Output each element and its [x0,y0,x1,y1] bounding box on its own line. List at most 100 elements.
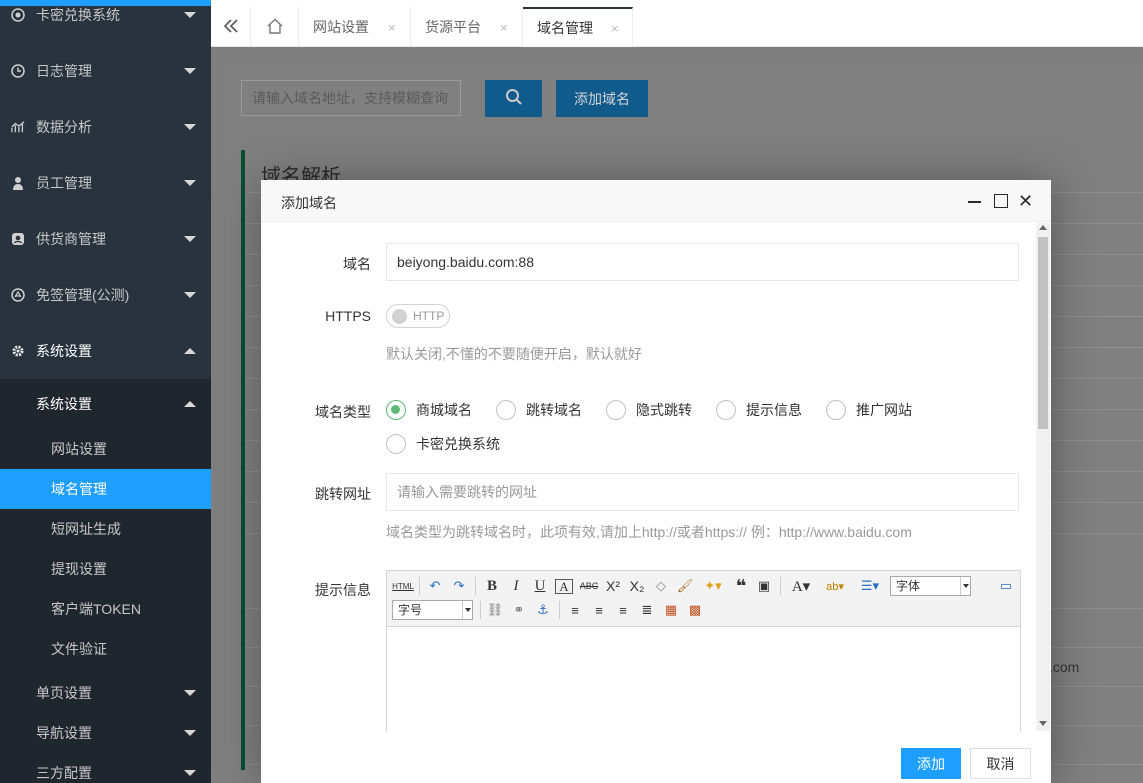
chevron-down-icon [184,68,196,74]
domain-type-label: 域名类型 [315,404,371,420]
domain-input[interactable]: beiyong.baidu.com:88 [386,243,1019,281]
tab-site-settings[interactable]: 网站设置 × [299,7,411,47]
font-color-icon[interactable]: A▾ [787,576,815,596]
sidebar-item-label: 网站设置 [51,441,107,457]
sidebar-item-label: 卡密兑换系统 [36,7,120,23]
sidebar-item-label: 日志管理 [36,63,92,79]
sidebar-item-staff[interactable]: 员工管理 [0,155,211,211]
radio-hidden-redirect[interactable]: 隐式跳转 [606,399,692,421]
bold-icon[interactable]: B [483,576,501,596]
add-domain-button[interactable]: 添加域名 [556,80,648,117]
close-icon[interactable]: × [611,21,619,36]
paste-text-icon[interactable]: ▣ [755,576,773,596]
sidebar-item-file-verify[interactable]: 文件验证 [0,629,211,669]
home-icon [266,18,284,37]
scroll-down-arrow-icon[interactable] [1039,721,1047,726]
sidebar-item-domain-management[interactable]: 域名管理 [0,469,211,509]
magic-wand-icon[interactable]: ✦▾ [699,576,727,596]
radio-mall-domain[interactable]: 商城域名 [386,399,472,421]
radio-card-exchange[interactable]: 卡密兑换系统 [386,433,500,455]
sidebar-item-label: 供货商管理 [36,231,106,247]
tab-domain-management[interactable]: 域名管理 × [523,7,633,47]
sidebar-item-site-settings[interactable]: 网站设置 [0,429,211,469]
font-size-select[interactable]: 字号 [392,600,473,620]
blockquote-icon[interactable]: ❝ [732,576,750,596]
https-hint: 默认关闭,不懂的不要随便开启，默认就好 [386,346,642,362]
toolbar-separator [475,577,476,595]
scrollbar-thumb[interactable] [1038,237,1048,429]
sidebar-item-logs[interactable]: 日志管理 [0,43,211,99]
sidebar-item-label: 文件验证 [51,641,107,657]
radio-redirect-domain[interactable]: 跳转域名 [496,399,582,421]
editor-toolbar: HTML ↶ ↷ B I U A ABC X² X₂ ◇ 🖌 ✦▾ ❝ ▣ A▾… [387,571,1020,627]
align-justify-icon[interactable]: ≣ [638,600,656,620]
sidebar-item-label: 系统设置 [36,343,92,359]
tab-supply-platform[interactable]: 货源平台 × [411,7,523,47]
sidebar-item-withdraw-settings[interactable]: 提现设置 [0,549,211,589]
html-source-button[interactable]: HTML [392,576,414,596]
close-icon[interactable]: × [388,20,396,35]
close-icon[interactable]: × [500,20,508,35]
radio-unchecked-icon [386,434,406,454]
radio-promo-site[interactable]: 推广网站 [826,399,912,421]
sidebar-item-analytics[interactable]: 数据分析 [0,99,211,155]
eraser-icon[interactable]: ◇ [651,576,671,596]
redirect-url-input[interactable]: 请输入需要跳转的网址 [386,473,1019,511]
settings-gear-icon [11,8,25,22]
multi-image-icon[interactable]: ▩ [686,600,704,620]
font-family-select[interactable]: 字体 [890,576,971,596]
chevron-down-icon [184,180,196,186]
redo-icon[interactable]: ↷ [449,576,469,596]
image-icon[interactable]: ▦ [662,600,680,620]
https-label: HTTPS [325,308,371,324]
fullscreen-icon[interactable]: ▭ [997,576,1015,596]
format-brush-icon[interactable]: 🖌 [675,576,695,596]
radio-checked-icon [386,400,406,420]
align-left-icon[interactable]: ≡ [566,600,584,620]
link-icon[interactable]: ⛓ [486,600,504,620]
collapse-sidebar-button[interactable] [211,7,251,47]
underline-icon[interactable]: U [531,576,549,596]
italic-icon[interactable]: I [507,576,525,596]
sidebar-item-third-party[interactable]: 三方配置 [0,745,211,783]
maximize-icon[interactable] [994,194,1008,208]
sidebar-item-card-exchange[interactable]: 卡密兑换系统 [0,0,211,43]
minimize-icon[interactable] [968,201,981,203]
table-cell-domain: .com [1049,659,1080,675]
dialog-header: 添加域名 ✕ [261,180,1051,222]
ordered-list-icon[interactable]: ☰▾ [855,576,885,596]
search-input[interactable]: 请输入域名地址，支持模糊查询 [241,80,461,116]
align-right-icon[interactable]: ≡ [614,600,632,620]
chevron-down-icon [184,690,196,696]
confirm-add-button[interactable]: 添加 [901,748,961,779]
sidebar-item-short-url[interactable]: 短网址生成 [0,509,211,549]
scroll-up-arrow-icon[interactable] [1039,225,1047,230]
cancel-button[interactable]: 取消 [970,748,1031,779]
tab-label: 货源平台 [425,19,481,35]
highlight-color-icon[interactable]: ab▾ [821,576,849,596]
superscript-icon[interactable]: X² [603,576,623,596]
subscript-icon[interactable]: X₂ [627,576,647,596]
font-border-icon[interactable]: A [555,579,573,594]
unlink-icon[interactable]: ⚭ [510,600,528,620]
tab-label: 域名管理 [537,20,593,36]
radio-unchecked-icon [606,400,626,420]
strikethrough-icon[interactable]: ABC [579,576,599,596]
https-toggle[interactable]: HTTP [386,304,450,328]
sidebar-item-suppliers[interactable]: 供货商管理 [0,211,211,267]
sidebar-item-client-token[interactable]: 客户端TOKEN [0,589,211,629]
anchor-icon[interactable]: ⚓ [534,600,552,620]
sidebar-item-system-settings[interactable]: 系统设置 [0,323,211,379]
close-icon[interactable]: ✕ [1018,190,1033,212]
search-button[interactable] [485,80,542,117]
toggle-text: HTTP [413,309,445,323]
sidebar-item-free-sign[interactable]: 免签管理(公测) [0,267,211,323]
chevron-down-icon [184,12,196,18]
radio-tip-info[interactable]: 提示信息 [716,399,802,421]
radio-label: 商城域名 [416,402,472,418]
sidebar-subgroup-system-settings[interactable]: 系统设置 [0,376,211,432]
align-center-icon[interactable]: ≡ [590,600,608,620]
tab-home[interactable] [251,7,299,47]
dialog-scrollbar[interactable] [1036,223,1050,731]
undo-icon[interactable]: ↶ [425,576,445,596]
